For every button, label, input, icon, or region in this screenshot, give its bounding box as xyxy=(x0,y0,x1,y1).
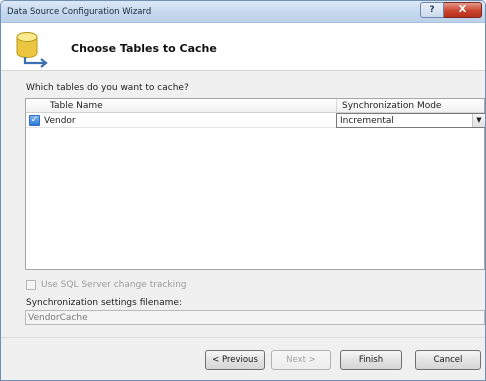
table-name-cell: Vendor xyxy=(44,116,76,126)
column-header-sync-mode[interactable]: Synchronization Mode xyxy=(342,101,441,111)
chevron-down-icon[interactable]: ▼ xyxy=(472,114,485,127)
footer-divider xyxy=(1,337,485,338)
next-button[interactable]: Next > xyxy=(271,350,331,370)
column-header-table-name[interactable]: Table Name xyxy=(50,101,103,111)
wizard-header: Choose Tables to Cache xyxy=(1,23,485,71)
sql-tracking-label: Use SQL Server change tracking xyxy=(41,280,187,290)
grid-header: Table Name Synchronization Mode xyxy=(26,99,484,113)
table-row[interactable]: ✓ Vendor Incremental ▼ xyxy=(26,113,485,128)
database-icon xyxy=(16,32,48,68)
help-button[interactable]: ? xyxy=(420,2,444,18)
sql-tracking-checkbox[interactable] xyxy=(26,280,36,290)
page-title: Choose Tables to Cache xyxy=(71,42,217,55)
sync-mode-value: Incremental xyxy=(340,116,394,126)
previous-button[interactable]: < Previous xyxy=(205,350,265,370)
vendor-checkbox[interactable]: ✓ xyxy=(29,115,40,126)
sync-mode-dropdown[interactable]: Incremental ▼ xyxy=(336,113,485,128)
tables-question-label: Which tables do you want to cache? xyxy=(26,83,189,93)
window-controls: ? X xyxy=(420,2,482,18)
filename-value: VendorCache xyxy=(28,313,88,323)
filename-field[interactable]: VendorCache xyxy=(25,310,485,325)
window-title: Data Source Configuration Wizard xyxy=(7,7,152,17)
column-divider xyxy=(336,99,337,113)
cancel-button[interactable]: Cancel xyxy=(415,350,481,370)
wizard-window: Data Source Configuration Wizard ? X Cho… xyxy=(0,0,486,381)
finish-button[interactable]: Finish xyxy=(340,350,402,370)
filename-label: Synchronization settings filename: xyxy=(26,298,182,308)
tables-grid[interactable]: Table Name Synchronization Mode ✓ Vendor… xyxy=(25,98,485,270)
title-bar[interactable]: Data Source Configuration Wizard ? X xyxy=(1,1,485,23)
close-button[interactable]: X xyxy=(444,2,482,18)
